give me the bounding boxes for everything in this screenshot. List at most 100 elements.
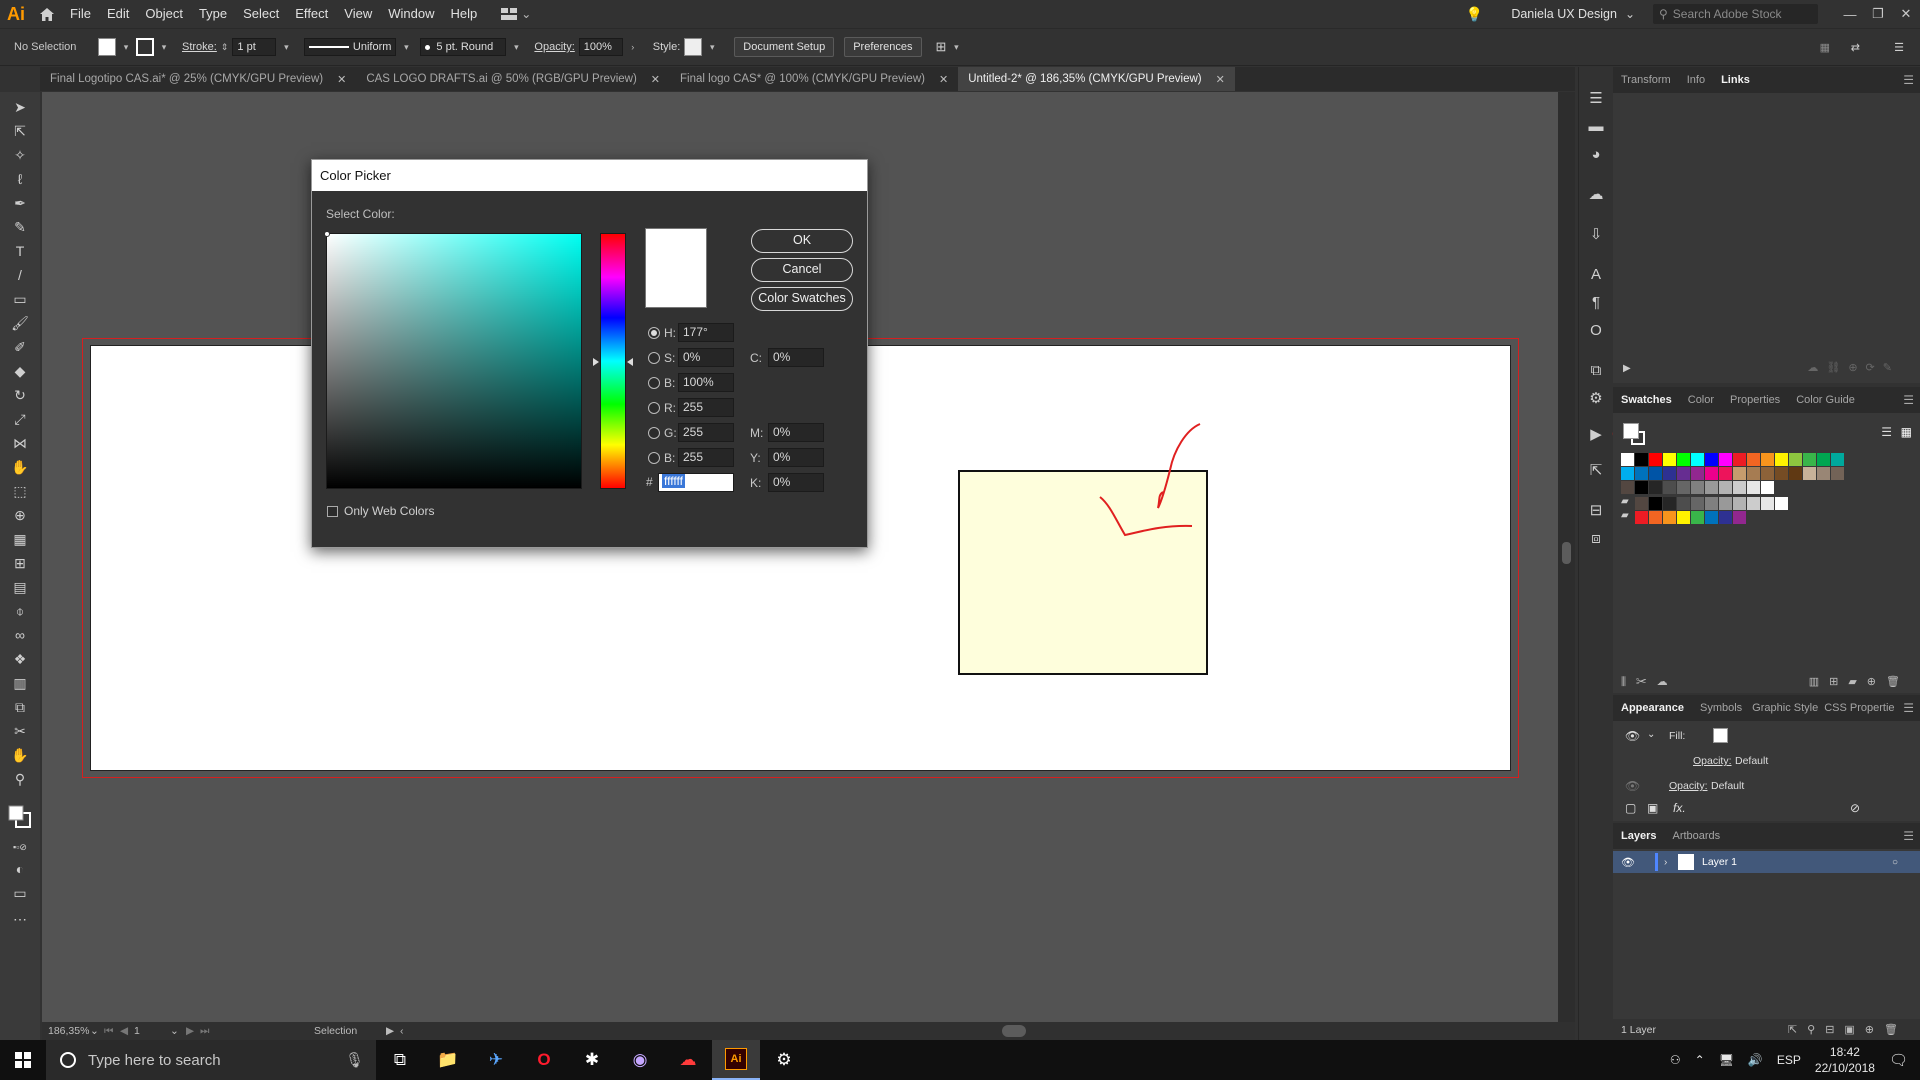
character-icon[interactable]: A — [1586, 265, 1606, 285]
color-swatch[interactable] — [1817, 453, 1830, 466]
shaper-tool-icon[interactable]: ✐ — [8, 336, 32, 358]
preferences-button[interactable]: Preferences — [844, 37, 922, 57]
artboard-number[interactable]: 1 — [134, 1025, 170, 1037]
color-swatch[interactable] — [1803, 453, 1816, 466]
illustrator-taskbar-icon[interactable]: Ai — [712, 1040, 760, 1080]
color-swatch[interactable] — [1691, 511, 1704, 524]
color-swatch[interactable] — [1677, 481, 1690, 494]
color-swatch[interactable] — [1733, 511, 1746, 524]
hand-tool-icon[interactable]: ✋ — [8, 744, 32, 766]
blue-field[interactable]: 255 — [678, 448, 734, 467]
chevron-up-icon[interactable]: ⌃ — [1695, 1053, 1705, 1067]
fill-stroke-icon[interactable] — [8, 800, 32, 834]
color-swatch[interactable] — [1719, 481, 1732, 494]
layer-name[interactable]: Layer 1 — [1702, 856, 1737, 868]
tab-artboards[interactable]: Artboards — [1672, 830, 1720, 842]
color-swatch[interactable] — [1747, 481, 1760, 494]
document-setup-button[interactable]: Document Setup — [734, 37, 835, 57]
rotate-tool-icon[interactable]: ↻ — [8, 384, 32, 406]
color-swatch[interactable] — [1649, 481, 1662, 494]
menu-effect[interactable]: Effect — [287, 0, 336, 28]
color-swatch[interactable] — [1649, 511, 1662, 524]
fx-button[interactable]: fx. — [1673, 801, 1686, 815]
draw-mode-icon[interactable]: ◐ — [8, 858, 32, 880]
tab-appearance[interactable]: Appearance — [1621, 702, 1684, 714]
clear-appearance-icon[interactable]: ⊘ — [1850, 801, 1860, 815]
stepper-icon[interactable]: ⇕ — [221, 42, 229, 53]
gear-icon[interactable]: ⚙ — [1586, 389, 1606, 409]
chevron-down-icon[interactable]: ▾ — [280, 42, 292, 53]
saturation-field[interactable]: 0% — [678, 348, 734, 367]
line-tool-icon[interactable]: / — [8, 264, 32, 286]
opera-icon[interactable]: O — [520, 1040, 568, 1080]
black-field[interactable]: 0% — [768, 473, 824, 492]
paintbrush-tool-icon[interactable]: 🖌 — [8, 312, 32, 334]
color-swatch[interactable] — [1761, 467, 1774, 480]
first-artboard-icon[interactable]: ⏮ — [104, 1025, 120, 1038]
chevron-right-icon[interactable]: › — [627, 42, 639, 52]
chevron-down-icon[interactable]: ▾ — [400, 42, 412, 53]
minimize-icon[interactable]: — — [1836, 7, 1864, 22]
document-tab[interactable]: Final logo CAS* @ 100% (CMYK/GPU Preview… — [670, 67, 959, 91]
hue-slider-arrow-right-icon[interactable] — [627, 358, 633, 366]
discord-icon[interactable]: ◉ — [616, 1040, 664, 1080]
swatch-library-icons[interactable]: ⫼✂☁ — [1621, 675, 1678, 689]
saturation-radio[interactable] — [648, 351, 660, 364]
tab-properties[interactable]: Properties — [1730, 394, 1780, 406]
shape-builder-tool-icon[interactable]: ⊕ — [8, 504, 32, 526]
slice-tool-icon[interactable]: ✂ — [8, 720, 32, 742]
slack-icon[interactable]: ✱ — [568, 1040, 616, 1080]
color-swatch[interactable] — [1789, 453, 1802, 466]
panel-menu-icon[interactable]: ☰ — [1903, 829, 1914, 843]
opacity-value[interactable]: Default — [1735, 755, 1768, 767]
panel-menu-icon[interactable]: ☰ — [1894, 41, 1904, 54]
layer-row[interactable]: 👁 › Layer 1 ○ — [1613, 851, 1920, 873]
cyan-field[interactable]: 0% — [768, 348, 824, 367]
color-swatch[interactable] — [1649, 467, 1662, 480]
color-swatch[interactable] — [1663, 511, 1676, 524]
color-swatch[interactable] — [1789, 467, 1802, 480]
column-graph-tool-icon[interactable]: ▥ — [8, 672, 32, 694]
eye-icon[interactable]: 👁 — [1613, 856, 1635, 869]
clock[interactable]: 18:42 22/10/2018 — [1815, 1044, 1875, 1076]
settings-gear-icon[interactable]: ⚙ — [760, 1040, 808, 1080]
color-swatch[interactable] — [1761, 497, 1774, 510]
restore-icon[interactable]: ❐ — [1864, 6, 1892, 22]
grid-view-icon[interactable]: ▦ — [1901, 425, 1912, 439]
color-swatch[interactable] — [1691, 481, 1704, 494]
color-swatch[interactable] — [1831, 467, 1844, 480]
color-swatch[interactable] — [1733, 453, 1746, 466]
symbol-sprayer-tool-icon[interactable]: ❖ — [8, 648, 32, 670]
notifications-icon[interactable]: 🗨 — [1889, 1051, 1908, 1069]
color-swatch[interactable] — [1803, 467, 1816, 480]
color-swatch[interactable] — [1649, 497, 1662, 510]
align-icon[interactable]: ⊞ — [936, 39, 947, 55]
color-swatch[interactable] — [1719, 467, 1732, 480]
scrollbar-thumb[interactable] — [1562, 542, 1571, 564]
network-icon[interactable]: 🖥 — [1719, 1053, 1734, 1067]
properties-icon[interactable]: ☰ — [1586, 89, 1606, 109]
web-colors-checkbox[interactable] — [327, 505, 338, 517]
close-icon[interactable]: ✕ — [337, 73, 346, 86]
color-field-marker[interactable] — [324, 231, 330, 237]
color-swatch[interactable] — [1621, 467, 1634, 480]
color-swatch[interactable] — [1635, 497, 1648, 510]
list-view-icon[interactable]: ☰ — [1881, 425, 1892, 439]
panel-menu-icon[interactable]: ☰ — [1903, 701, 1914, 715]
brightness-field[interactable]: 100% — [678, 373, 734, 392]
chevron-down-icon[interactable]: ▾ — [510, 42, 522, 53]
color-swatch[interactable] — [1663, 497, 1676, 510]
color-swatch[interactable] — [1775, 453, 1788, 466]
document-tab[interactable]: Final Logotipo CAS.ai* @ 25% (CMYK/GPU P… — [40, 67, 357, 91]
panel-menu-icon[interactable]: ☰ — [1903, 73, 1914, 87]
align-panel-icon[interactable]: ⊟ — [1586, 501, 1606, 521]
menu-help[interactable]: Help — [442, 0, 485, 28]
hex-field[interactable]: ffffff — [658, 473, 734, 492]
export-icon[interactable]: ⇱ — [1586, 461, 1606, 481]
fill-swatch[interactable] — [98, 38, 116, 56]
blend-tool-icon[interactable]: ∞ — [8, 624, 32, 646]
links-actions-icons[interactable]: ☁⛓⊕⟳✎ — [1807, 361, 1900, 374]
zoom-level[interactable]: 186,35% — [42, 1025, 90, 1037]
menu-file[interactable]: File — [62, 0, 99, 28]
panel-menu-icon[interactable]: ☰ — [1903, 393, 1914, 407]
